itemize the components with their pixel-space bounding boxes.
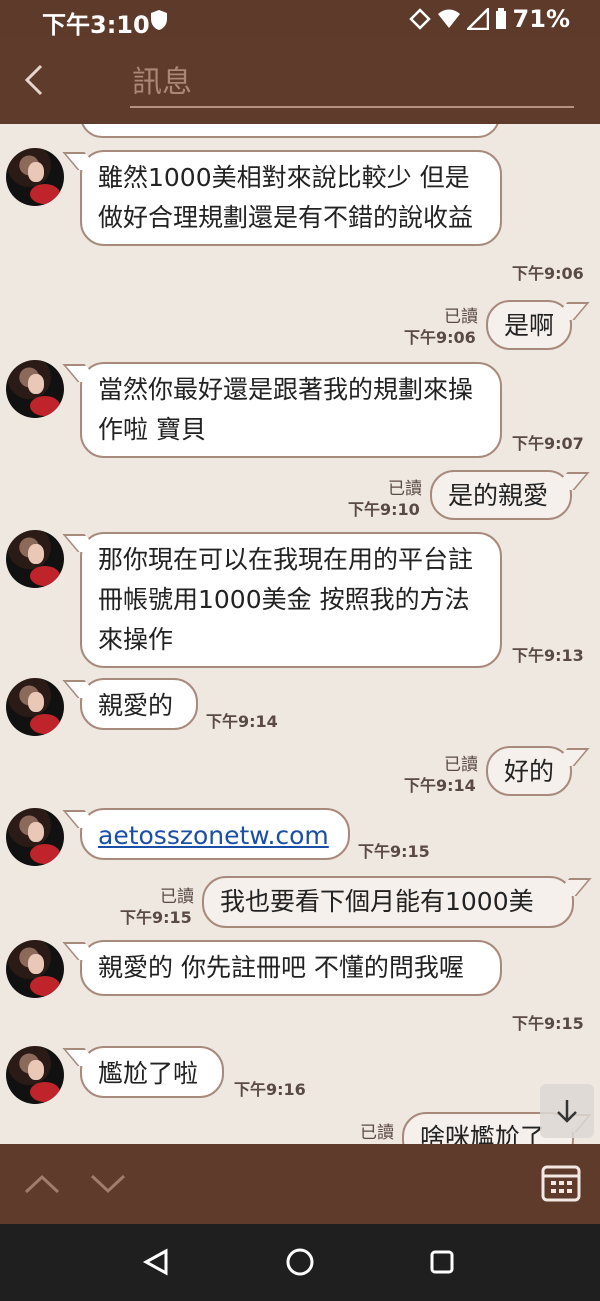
message-text: 啥咪尷尬了 bbox=[420, 1123, 546, 1144]
message-time: 下午9:15 bbox=[358, 842, 430, 861]
scroll-to-bottom-button[interactable] bbox=[540, 1084, 594, 1138]
next-result-button[interactable] bbox=[88, 1164, 128, 1204]
avatar[interactable] bbox=[6, 530, 64, 588]
message-time: 下午9:15 bbox=[512, 1014, 584, 1033]
message-text: 雖然1000美相對來說比較少 但是做好合理規劃還是有不錯的說收益 bbox=[98, 163, 474, 232]
status-icons: 71% bbox=[408, 5, 570, 33]
message-text: 當然你最好還是跟著我的規劃來操作啦 寶貝 bbox=[98, 375, 474, 444]
message-time: 下午9:13 bbox=[512, 646, 584, 665]
recents-nav-button[interactable] bbox=[424, 1244, 460, 1280]
data-saver-icon bbox=[408, 8, 431, 30]
signal-icon bbox=[466, 8, 489, 30]
message-bubble[interactable]: 我也要看下個月能有1000美 bbox=[202, 876, 574, 928]
message-time: 下午9:14 bbox=[206, 712, 278, 731]
avatar[interactable] bbox=[6, 1046, 64, 1104]
square-recents-icon bbox=[430, 1250, 454, 1274]
calendar-icon bbox=[541, 1165, 581, 1202]
message-bubble[interactable]: 當然你最好還是跟著我的規劃來操作啦 寶貝 bbox=[80, 362, 502, 458]
message-time: 下午9:07 bbox=[512, 434, 584, 453]
message-time: 下午9:06 bbox=[404, 328, 476, 347]
avatar[interactable] bbox=[6, 360, 64, 418]
message-time: 下午9:14 bbox=[404, 776, 476, 795]
chevron-down-icon bbox=[90, 1174, 126, 1194]
message-bubble[interactable]: 那你現在可以在我現在用的平台註冊帳號用1000美金 按照我的方法來操作 bbox=[80, 532, 502, 668]
message-time: 下午9:10 bbox=[348, 500, 420, 519]
message-text: 那你現在可以在我現在用的平台註冊帳號用1000美金 按照我的方法來操作 bbox=[98, 545, 474, 654]
home-nav-button[interactable] bbox=[282, 1244, 318, 1280]
read-status: 已讀 bbox=[360, 1123, 394, 1143]
back-arrow-icon bbox=[24, 64, 43, 96]
message-bubble[interactable]: 親愛的 bbox=[80, 678, 198, 730]
battery-icon bbox=[495, 8, 507, 30]
message-bubble[interactable]: 是的親愛 bbox=[430, 470, 572, 520]
message-text: 是的親愛 bbox=[448, 481, 549, 510]
message-bubble[interactable]: 親愛的 你先註冊吧 不懂的問我喔 bbox=[80, 940, 502, 996]
message-text: 我也要看下個月能有1000美 bbox=[220, 887, 534, 916]
message-text: 親愛的 你先註冊吧 不懂的問我喔 bbox=[98, 953, 464, 982]
avatar[interactable] bbox=[6, 940, 64, 998]
system-navigation-bar bbox=[0, 1224, 600, 1301]
message-time: 下午9:06 bbox=[512, 264, 584, 283]
calendar-button[interactable] bbox=[540, 1162, 582, 1204]
avatar[interactable] bbox=[6, 678, 64, 736]
home-circle-icon bbox=[286, 1248, 314, 1276]
message-text: 親愛的 bbox=[98, 691, 174, 720]
battery-level: 71% bbox=[512, 5, 570, 33]
triangle-back-icon bbox=[142, 1248, 168, 1276]
message-bubble[interactable]: 是啊 bbox=[486, 300, 572, 350]
message-time: 下午9:15 bbox=[120, 908, 192, 927]
avatar[interactable] bbox=[6, 808, 64, 866]
message-text: 是啊 bbox=[504, 311, 555, 340]
message-text: 尷尬了啦 bbox=[98, 1059, 199, 1088]
back-button[interactable] bbox=[14, 60, 54, 100]
message-time: 下午9:16 bbox=[234, 1080, 306, 1099]
chat-messages[interactable]: 雖然1000美相對來說比較少 但是做好合理規劃還是有不錯的說收益 下午9:06 … bbox=[0, 124, 600, 1144]
avatar[interactable] bbox=[6, 148, 64, 206]
message-bubble[interactable]: aetosszonetw.com bbox=[80, 808, 350, 860]
shield-icon bbox=[150, 9, 168, 37]
search-field[interactable] bbox=[130, 60, 574, 108]
back-nav-button[interactable] bbox=[138, 1244, 174, 1280]
toolbar bbox=[0, 38, 600, 124]
message-bubble[interactable]: 好的 bbox=[486, 746, 572, 796]
bottom-toolbar bbox=[0, 1144, 600, 1224]
previous-result-button[interactable] bbox=[22, 1164, 62, 1204]
status-time: 下午3:10 bbox=[42, 11, 150, 39]
chevron-up-icon bbox=[24, 1174, 60, 1194]
status-bar: 下午3:10 71% bbox=[0, 0, 600, 39]
message-bubble[interactable]: 雖然1000美相對來說比較少 但是做好合理規劃還是有不錯的說收益 bbox=[80, 150, 502, 246]
arrow-down-icon bbox=[557, 1100, 577, 1123]
message-bubble[interactable]: 尷尬了啦 bbox=[80, 1046, 224, 1098]
search-input[interactable] bbox=[130, 60, 574, 104]
message-text: 好的 bbox=[504, 757, 555, 786]
wifi-icon bbox=[437, 8, 461, 30]
message-bubble-partial[interactable] bbox=[80, 124, 500, 138]
message-link[interactable]: aetosszonetw.com bbox=[98, 821, 329, 850]
